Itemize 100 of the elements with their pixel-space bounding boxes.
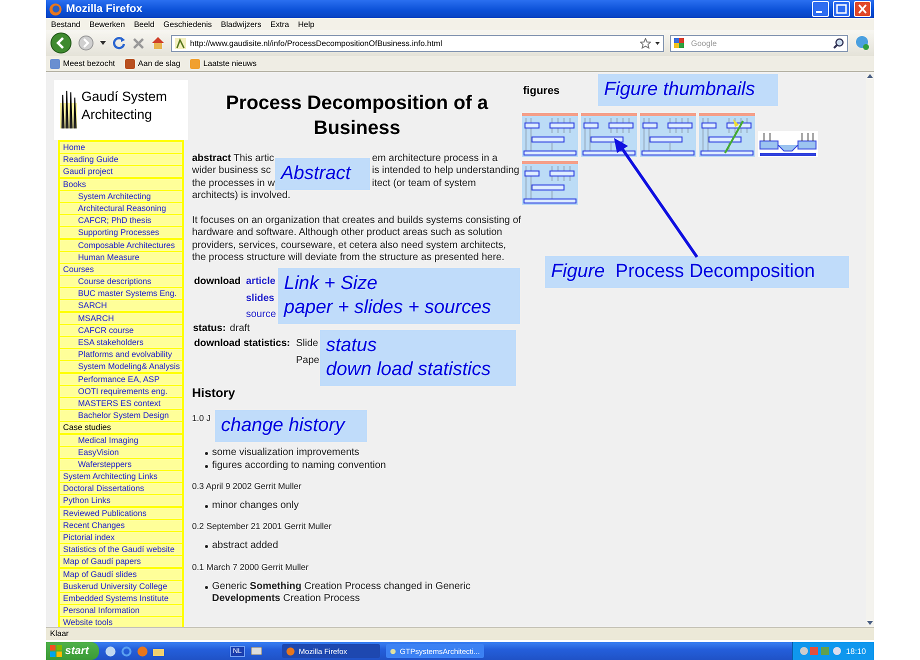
version-heading: 0.2 September 21 2001 Gerrit Muller [192, 521, 332, 532]
sidebar-link[interactable]: ESA stakeholders [60, 337, 182, 348]
callout-label: Figure Process Decomposition [545, 256, 849, 288]
callout-label: Figure thumbnails [598, 74, 778, 106]
figure-thumbnail[interactable] [522, 113, 578, 157]
sidebar-link[interactable]: EasyVision [60, 446, 182, 458]
site-logo-text: Gaudí System Architecting [81, 88, 168, 124]
menu-item[interactable]: Bestand [51, 20, 80, 28]
reload-icon[interactable] [112, 36, 126, 50]
menu-item[interactable]: Extra [270, 20, 290, 28]
figure-thumbnail[interactable] [581, 113, 637, 157]
sidebar-link[interactable]: System Architecting [60, 190, 182, 202]
sidebar-link[interactable]: Pictorial index [60, 532, 182, 543]
maximize-button[interactable] [833, 1, 850, 17]
sidebar-link[interactable]: CAFCR course [60, 324, 182, 336]
statistics-value: Slide [296, 338, 318, 350]
sidebar-link[interactable]: Wafersteppers [60, 458, 182, 470]
sidebar-link[interactable]: System Architecting Links [60, 471, 182, 482]
sidebar-link[interactable]: OOTI requirements eng. [60, 386, 182, 397]
bookmark-link[interactable]: Laatste nieuws [190, 58, 257, 68]
menu-item[interactable]: Beeld [134, 20, 154, 28]
sidebar-link[interactable]: Architectural Reasoning [60, 202, 182, 214]
site-icon [175, 38, 186, 48]
close-button[interactable] [854, 1, 871, 17]
callout-label: change history [215, 410, 367, 442]
sidebar-link[interactable]: Map of Gaudí slides [60, 568, 182, 580]
figure-thumbnail[interactable] [758, 131, 818, 157]
sidebar-link[interactable]: Recent Changes [60, 520, 182, 531]
sidebar-link[interactable]: Platforms and evolvability [60, 349, 182, 360]
change-note: figures according to naming convention [212, 460, 386, 472]
abstract-text: architects) is involved. [192, 190, 290, 202]
menu-item[interactable]: Bewerken [89, 20, 125, 28]
forward-button[interactable] [78, 35, 94, 51]
download-link[interactable]: article [246, 276, 276, 289]
window-title: Mozilla Firefox [66, 3, 144, 15]
sidebar-link[interactable]: Reviewed Publications [60, 508, 182, 519]
sidebar-link[interactable]: Course descriptions [60, 276, 182, 288]
version-heading: 1.0 J [192, 413, 212, 424]
page-title: Process Decomposition of a Business [224, 91, 490, 141]
sidebar-link[interactable]: Python Links [60, 495, 182, 506]
sidebar-link[interactable]: MSARCH [60, 312, 182, 324]
download-link[interactable]: slides [246, 292, 274, 305]
sidebar-link[interactable]: Statistics of the Gaudí website [60, 544, 182, 556]
bookmark-link[interactable]: Meest bezocht [50, 58, 116, 68]
change-note: Generic Something Creation Process changed in Generic Developments Creation Process [212, 580, 472, 606]
abstract-text: is intended to help understanding [372, 165, 520, 178]
sidebar-link[interactable]: Map of Gaudí papers [60, 556, 182, 568]
version-heading: 0.1 March 7 2000 Gerrit Muller [192, 562, 310, 572]
bullet-dot [205, 464, 208, 468]
sidebar-link[interactable]: Medical Imaging [60, 434, 182, 446]
sidebar-link[interactable]: Courses [60, 264, 182, 275]
sidebar-link[interactable]: SARCH [60, 300, 182, 312]
statistics-label: download statistics: [194, 338, 290, 350]
sidebar-link[interactable]: BUC master Systems Eng. [60, 288, 182, 300]
sidebar-link[interactable]: Reading Guide [60, 154, 182, 166]
stop-icon[interactable] [132, 36, 145, 50]
dropdown-icon[interactable] [100, 41, 106, 45]
menu-item[interactable]: Geschiedenis [163, 20, 212, 28]
figure-thumbnail[interactable] [699, 113, 755, 157]
sidebar-link[interactable]: Performance EA, ASP [60, 374, 182, 385]
change-note: minor changes only [212, 500, 299, 512]
sidebar-link[interactable]: Gaudí project [60, 166, 182, 178]
minimize-button[interactable] [812, 1, 829, 17]
sidebar-link[interactable]: MASTERS ES context [60, 398, 182, 409]
star-icon[interactable] [640, 38, 651, 48]
sidebar-link[interactable]: Embedded Systems Institute [60, 592, 182, 604]
sidebar-link[interactable]: System Modeling& Analysis [60, 361, 182, 372]
back-button[interactable] [50, 32, 72, 54]
download-link[interactable]: source [246, 308, 276, 322]
callout-label: Link + Size paper + slides + sources [278, 268, 520, 324]
abstract-text: abstract This artic [192, 153, 274, 166]
sidebar-link[interactable]: Buskerud University College [60, 580, 182, 592]
menu-item[interactable]: Help [298, 20, 314, 28]
figure-thumbnail[interactable] [522, 161, 578, 205]
sidebar-link[interactable]: Bachelor System Design [60, 410, 182, 422]
tray-icon[interactable] [798, 646, 843, 656]
callout-label: Abstract [275, 158, 370, 190]
home-icon[interactable] [151, 36, 165, 50]
change-note: abstract added [212, 540, 278, 553]
sidebar-link[interactable]: Personal Information [60, 605, 182, 616]
menu-item[interactable]: Bladwijzers [220, 20, 262, 28]
sidebar-link[interactable]: Composable Architectures [60, 240, 182, 250]
bullet-dot [205, 452, 208, 456]
address-field[interactable]: http://www.gaudisite.nl/info/ProcessDecompositionOfBusiness.info.html [171, 34, 664, 52]
change-note: some visualization improvements [212, 447, 360, 460]
sidebar-link[interactable]: Home [60, 142, 182, 153]
keyboard-icon[interactable] [250, 647, 262, 655]
sidebar-link[interactable]: Website tools [60, 617, 182, 627]
status-value: draft [230, 323, 250, 336]
sidebar-link[interactable]: CAFCR; PhD thesis [60, 215, 182, 226]
figure-thumbnail[interactable] [640, 113, 696, 157]
bookmark-link[interactable]: Aan de slag [125, 58, 180, 68]
search-icon[interactable] [833, 38, 844, 48]
sidebar-link[interactable]: Books [60, 178, 182, 190]
bullet-dot [205, 586, 208, 589]
sidebar-link[interactable]: Doctoral Dissertations [60, 483, 182, 494]
statistics-value: Pape [296, 354, 320, 368]
sidebar-link[interactable]: Human Measure [60, 252, 182, 263]
dropdown-icon[interactable] [655, 42, 660, 44]
sidebar-link[interactable]: Supporting Processes [60, 227, 182, 238]
